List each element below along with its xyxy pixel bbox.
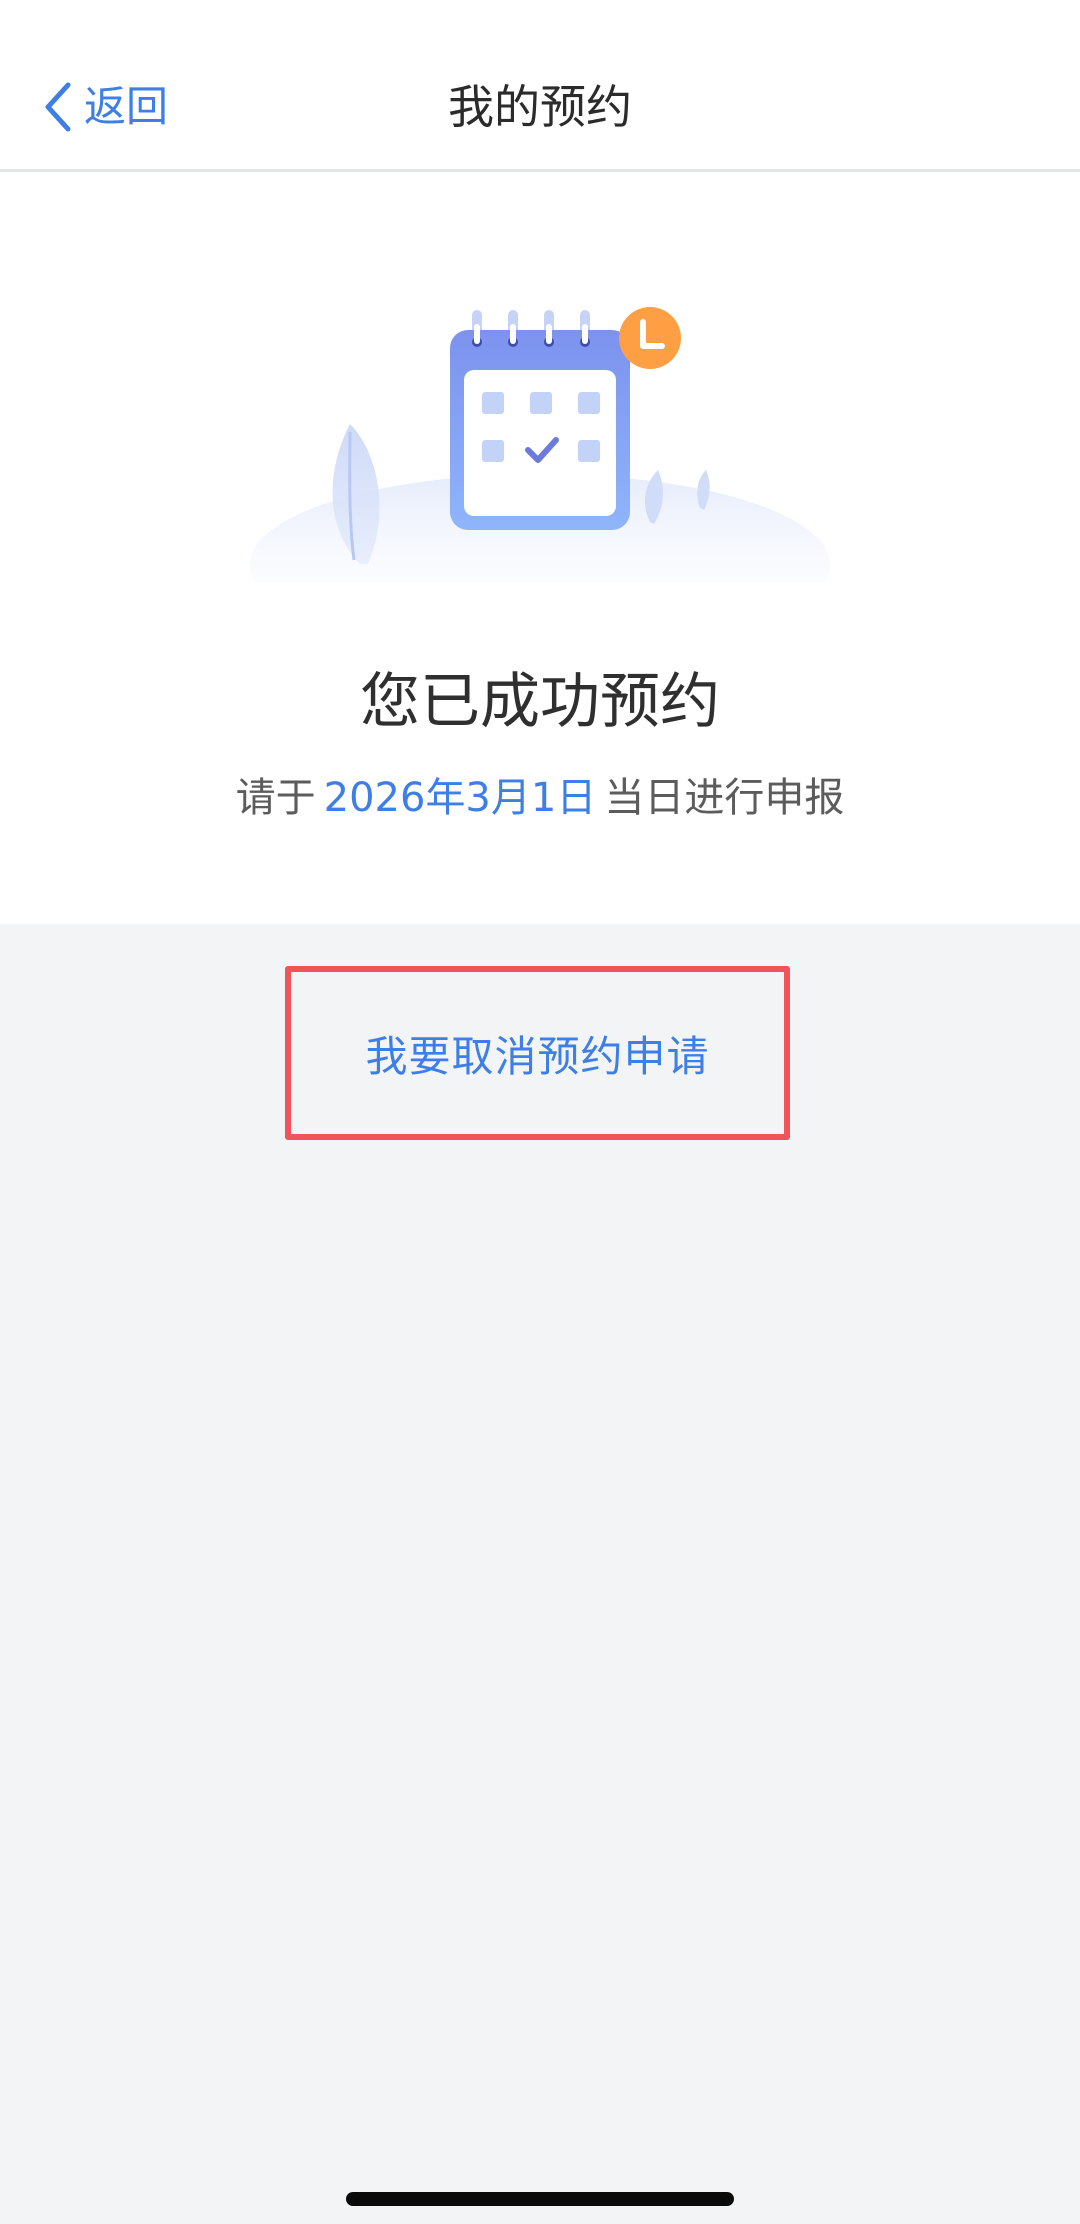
nav-bar: 返回 我的预约 <box>0 0 1080 172</box>
subtitle-prefix: 请于 <box>235 775 316 821</box>
result-panel: 您已成功预约 请于 2026年3月1日 当日进行申报 <box>0 172 1080 924</box>
subtitle-suffix: 当日进行申报 <box>604 775 845 821</box>
cancel-appointment-label: 我要取消预约申请 <box>365 1031 710 1081</box>
appointment-date: 2026年3月1日 <box>323 775 597 821</box>
cancel-appointment-button[interactable]: 我要取消预约申请 <box>285 966 790 1140</box>
home-indicator <box>346 2192 734 2206</box>
calendar-clock-illustration <box>250 307 830 582</box>
success-subtitle: 请于 2026年3月1日 当日进行申报 <box>0 768 1080 828</box>
success-title: 您已成功预约 <box>360 667 720 737</box>
page-title: 我的预约 <box>448 80 632 134</box>
